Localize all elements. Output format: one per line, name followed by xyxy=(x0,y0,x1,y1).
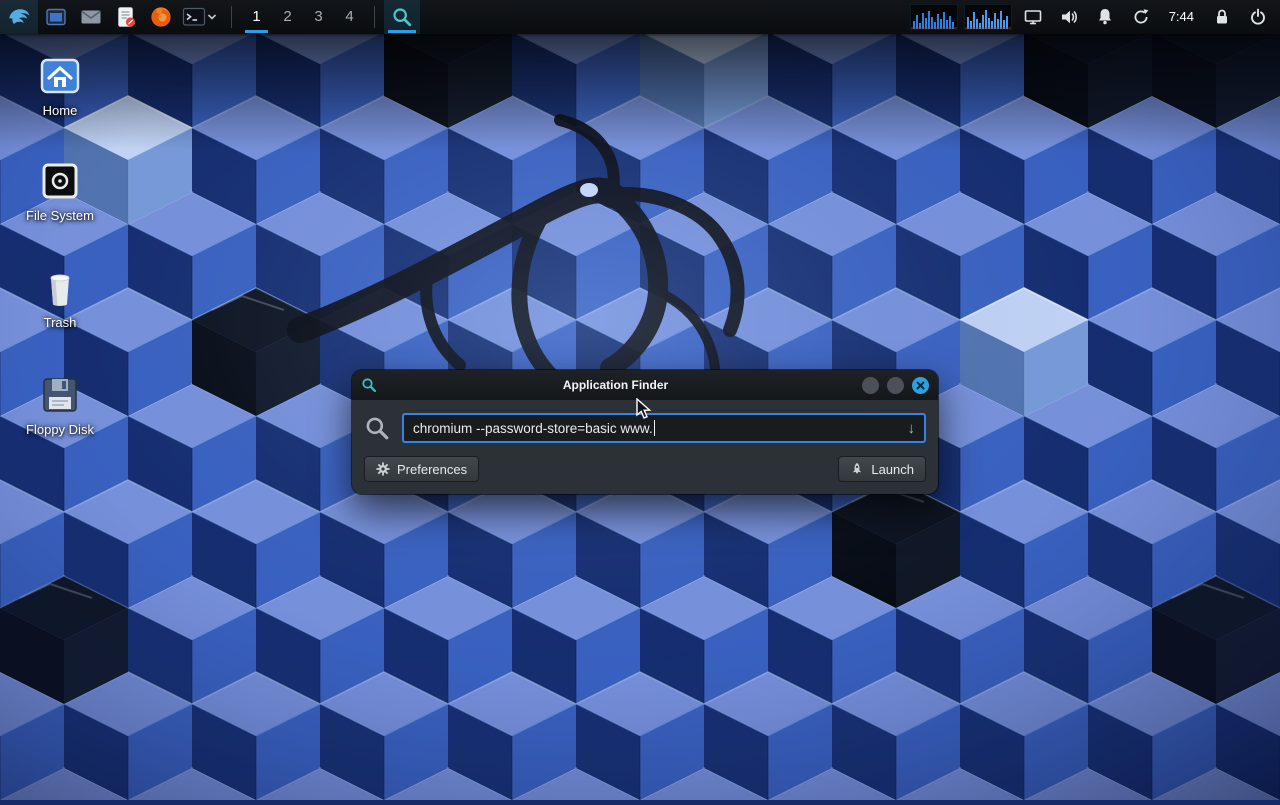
window-title: Application Finder xyxy=(377,378,854,392)
gear-icon xyxy=(376,462,390,476)
updates-tray[interactable] xyxy=(1123,0,1159,34)
display-settings-tray[interactable] xyxy=(1015,0,1051,34)
application-finder-task-icon xyxy=(391,6,413,28)
kali-menu-icon xyxy=(6,4,32,30)
lock-icon xyxy=(1212,7,1232,27)
workspace-button-2[interactable]: 2 xyxy=(272,0,303,34)
launch-icon xyxy=(850,462,864,476)
window-body: chromium --password-store=basic www. ↓ xyxy=(352,400,938,494)
workspace-button-1[interactable]: 1 xyxy=(241,0,272,34)
application-finder-icon xyxy=(361,377,377,393)
launch-button-label: Launch xyxy=(871,462,914,477)
search-icon xyxy=(364,415,390,441)
file-manager-launcher[interactable] xyxy=(38,0,73,34)
desktop-icon-label: Home xyxy=(12,103,108,118)
floppy-disk-icon xyxy=(36,371,84,419)
text-editor-icon xyxy=(114,5,138,29)
taskbar-application-finder[interactable] xyxy=(384,0,420,34)
network-monitor-graph[interactable] xyxy=(910,4,958,30)
command-input-value: chromium --password-store=basic www. xyxy=(413,421,653,436)
bell-icon xyxy=(1095,7,1115,27)
panel-separator xyxy=(231,6,232,28)
close-button[interactable] xyxy=(912,377,929,394)
volume-icon xyxy=(1059,7,1079,27)
launch-button[interactable]: Launch xyxy=(838,456,926,482)
volume-tray[interactable] xyxy=(1051,0,1087,34)
preferences-button[interactable]: Preferences xyxy=(364,456,479,482)
desktop-icon-label: File System xyxy=(12,208,108,223)
firefox-icon xyxy=(149,5,173,29)
top-panel: 1 2 3 4 xyxy=(0,0,1280,34)
text-caret xyxy=(654,420,655,436)
panel-separator xyxy=(374,6,375,28)
button-row: Preferences Launch xyxy=(364,456,926,482)
panel-clock[interactable]: 7:44 xyxy=(1159,0,1204,34)
command-input[interactable]: chromium --password-store=basic www. ↓ xyxy=(402,413,926,443)
file-system-icon xyxy=(36,157,84,205)
desktop-icon-trash[interactable]: Trash xyxy=(12,264,108,330)
workspace-button-4[interactable]: 4 xyxy=(334,0,365,34)
preferences-button-label: Preferences xyxy=(397,462,467,477)
firefox-launcher[interactable] xyxy=(143,0,178,34)
window-titlebar[interactable]: Application Finder xyxy=(352,370,938,400)
terminal-launcher[interactable] xyxy=(178,0,222,34)
chevron-down-icon xyxy=(206,11,218,23)
terminal-icon xyxy=(182,5,206,29)
applications-menu-button[interactable] xyxy=(0,0,38,34)
close-icon xyxy=(916,381,925,390)
dropdown-arrow-icon[interactable]: ↓ xyxy=(900,420,916,437)
minimize-button[interactable] xyxy=(862,377,879,394)
search-row: chromium --password-store=basic www. ↓ xyxy=(364,413,926,443)
system-tray: 7:44 xyxy=(907,0,1280,34)
trash-icon xyxy=(36,264,84,312)
maximize-button[interactable] xyxy=(887,377,904,394)
desktop-icon-home[interactable]: Home xyxy=(12,52,108,118)
power-tray[interactable] xyxy=(1240,0,1276,34)
desktop-icon-label: Trash xyxy=(12,315,108,330)
power-icon xyxy=(1248,7,1268,27)
display-icon xyxy=(1023,7,1043,27)
desktop-icon-file-system[interactable]: File System xyxy=(12,157,108,223)
refresh-icon xyxy=(1131,7,1151,27)
mail-icon xyxy=(79,5,103,29)
screen-lock-tray[interactable] xyxy=(1204,0,1240,34)
home-icon xyxy=(36,52,84,100)
application-finder-window: Application Finder chromium --password-s… xyxy=(352,370,938,494)
text-editor-launcher[interactable] xyxy=(108,0,143,34)
workspace-button-3[interactable]: 3 xyxy=(303,0,334,34)
file-manager-icon xyxy=(44,5,68,29)
desktop-icon-floppy-disk[interactable]: Floppy Disk xyxy=(12,371,108,437)
mail-launcher[interactable] xyxy=(73,0,108,34)
notifications-tray[interactable] xyxy=(1087,0,1123,34)
desktop-icon-label: Floppy Disk xyxy=(12,422,108,437)
cpu-monitor-graph[interactable] xyxy=(964,4,1012,30)
